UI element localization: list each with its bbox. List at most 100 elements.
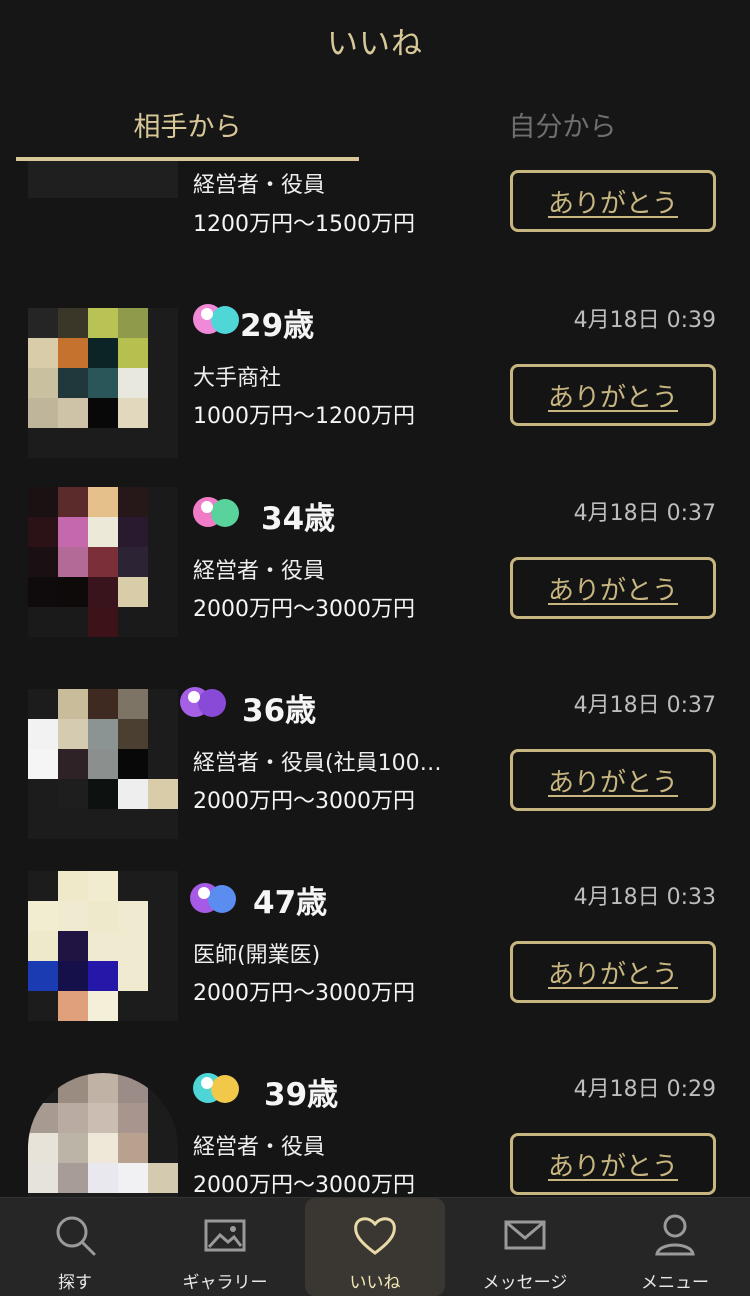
timestamp: 4月18日 0:37 [573,501,716,526]
avatar-pixel [88,689,118,719]
thanks-button[interactable]: ありがとう [510,941,716,1003]
avatar-pixel [28,1163,58,1193]
avatar[interactable] [28,487,178,637]
avatar-pixel [118,160,148,168]
search-icon [56,1216,96,1256]
avatar-pixel [118,428,148,458]
sticker-blob [208,885,236,913]
active-tab-indicator [16,157,359,161]
avatar-pixel [28,779,58,809]
avatar-pixel [28,719,58,749]
avatar-pixel [28,168,58,198]
income: 2000万円〜3000万円 [193,981,415,1006]
avatar-pixel [118,517,148,547]
avatar-pixel [118,1133,148,1163]
avatar-pixel [88,338,118,368]
avatar-pixel [148,1133,178,1163]
avatar-pixel [88,577,118,607]
thanks-button[interactable]: ありがとう [510,749,716,811]
list-item: 47歳 4月18日 0:33 医師(開業医) 2000万円〜3000万円 ありが… [0,869,750,1061]
avatar-pixel [58,368,88,398]
thanks-button[interactable]: ありがとう [510,557,716,619]
header: いいね 相手から 自分から [0,0,750,161]
timestamp: 4月18日 0:33 [573,885,716,910]
avatar-pixel [118,689,148,719]
avatar-pixel [58,398,88,428]
avatar-pixel [148,398,178,428]
avatar-pixel [118,961,148,991]
sticker-highlight [201,501,213,513]
avatar[interactable] [28,308,178,458]
avatar-pixel [148,607,178,637]
tab-label: メッセージ [482,1273,568,1293]
tab-gallery[interactable]: ギャラリー [150,1198,300,1296]
avatar-pixel [58,1073,88,1103]
timestamp: 4月18日 0:37 [573,693,716,718]
mail-icon [504,1220,546,1250]
avatar-pixel [28,487,58,517]
likes-list[interactable]: 経営者・役員 1200万円〜1500万円 ありがとう 29歳 4月18日 0:3… [0,160,750,1197]
tab-search[interactable]: 探す [0,1198,150,1296]
avatar-pixel [58,1133,88,1163]
sticker-highlight [188,691,200,703]
tab-from-me[interactable]: 自分から [375,105,750,144]
avatar-pixel [88,517,118,547]
name-sticker [193,302,239,336]
avatar[interactable] [28,871,178,1021]
avatar-pixel [148,517,178,547]
sticker-highlight [198,887,210,899]
tab-messages[interactable]: メッセージ [450,1198,600,1296]
avatar-pixel [28,338,58,368]
income: 2000万円〜3000万円 [193,597,415,622]
tab-label: ギャラリー [182,1273,268,1293]
avatar-pixel [58,1163,88,1193]
avatar-pixel [28,517,58,547]
avatar-pixel [88,931,118,961]
timestamp: 4月18日 0:39 [573,308,716,333]
avatar-pixel [58,168,88,198]
avatar-pixel [28,308,58,338]
gallery-icon [204,1219,246,1252]
avatar-pixel [58,607,88,637]
thanks-button[interactable]: ありがとう [510,364,716,426]
tab-from-others[interactable]: 相手から [0,105,375,144]
age: 29歳 [240,308,315,344]
name-sticker [190,881,246,915]
sticker-highlight [201,308,213,320]
avatar-pixel [28,428,58,458]
avatar-pixel [118,368,148,398]
list-item: 39歳 4月18日 0:29 経営者・役員 2000万円〜3000万円 ありがと… [0,1061,750,1197]
tab-likes[interactable]: いいね [305,1198,445,1296]
avatar-pixel [118,1103,148,1133]
thanks-button[interactable]: ありがとう [510,1133,716,1195]
person-icon [655,1214,695,1256]
avatar-pixel [28,931,58,961]
tab-menu[interactable]: メニュー [600,1198,750,1296]
avatar-pixel [58,1103,88,1133]
avatar-pixel [88,607,118,637]
avatar-pixel [58,487,88,517]
avatar-pixel [28,871,58,901]
thanks-button[interactable]: ありがとう [510,170,716,232]
avatar[interactable] [28,160,178,198]
avatar-pixel [118,168,148,198]
avatar[interactable] [28,689,178,839]
avatar-pixel [58,779,88,809]
avatar-pixel [58,991,88,1021]
avatar-pixel [148,871,178,901]
age: 34歳 [261,501,336,537]
avatar-pixel [118,719,148,749]
avatar-pixel [28,547,58,577]
avatar-pixel [118,577,148,607]
age: 47歳 [253,885,328,921]
avatar-pixel [88,809,118,839]
avatar[interactable] [28,1073,178,1197]
sticker-blob [198,689,226,717]
avatar-pixel [148,1163,178,1193]
avatar-pixel [58,160,88,168]
avatar-pixel [118,308,148,338]
avatar-pixel [118,749,148,779]
avatar-pixel [58,577,88,607]
avatar-pixel [28,398,58,428]
age: 39歳 [264,1077,339,1113]
